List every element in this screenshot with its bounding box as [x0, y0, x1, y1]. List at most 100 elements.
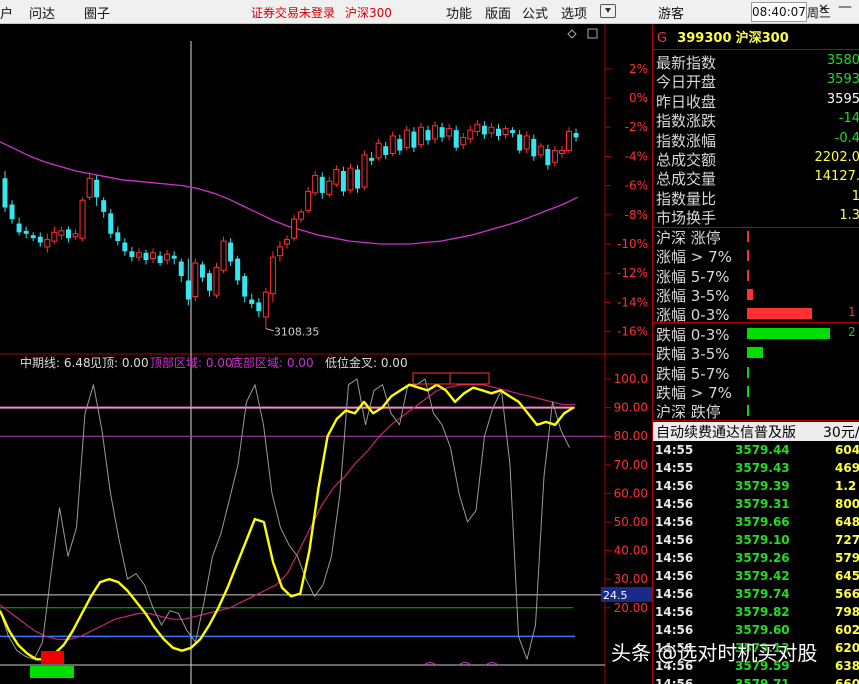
- minimize-icon[interactable]: —: [838, 0, 852, 15]
- tick-price: 3579.60: [735, 623, 790, 637]
- candle-down: [369, 157, 375, 161]
- dist-bar: [747, 231, 750, 242]
- candle-up: [417, 126, 424, 146]
- stat-label: 总成交额: [656, 151, 717, 169]
- stat-value: 3595: [826, 91, 859, 107]
- value-tick-label: 20.00: [614, 601, 648, 615]
- dist-label: 涨幅 3-5%: [656, 286, 730, 305]
- candle-down: [206, 273, 212, 291]
- index-header: G 399300 沪深300: [653, 27, 859, 47]
- tick-volume: 798: [835, 605, 859, 619]
- candle-down: [171, 255, 177, 259]
- tick-row: 14:56 3579.42 645: [653, 569, 859, 587]
- candle-down: [199, 264, 205, 278]
- stat-row: 市场换手 1.3: [653, 207, 859, 227]
- index-code: 399300: [677, 31, 732, 46]
- menu-item-function[interactable]: 功能: [446, 3, 472, 22]
- close-icon[interactable]: ✕: [818, 2, 829, 17]
- candle-up: [150, 252, 157, 260]
- candle-down: [249, 299, 255, 304]
- tick-volume: 602: [835, 623, 859, 637]
- candle-up: [361, 154, 368, 188]
- tick-time: 14:56: [655, 587, 694, 601]
- value-tick-label: 80.00: [614, 429, 648, 443]
- menu-bar: 户 问达 圈子 证券交易未登录 沪深300 功能 版面 公式 选项 游客 08:…: [0, 0, 859, 24]
- candle-down: [411, 131, 417, 148]
- menu-item-formula[interactable]: 公式: [522, 3, 548, 22]
- dist-row: 涨幅 0-3% 1: [653, 304, 859, 324]
- stat-value: 14127.: [814, 169, 859, 185]
- divider: [653, 322, 859, 323]
- candle-up: [44, 239, 51, 248]
- candle-up: [523, 135, 530, 150]
- dist-label: 跌幅 0-3%: [656, 326, 730, 344]
- candle-down: [510, 130, 516, 134]
- stat-row: 今日开盘 3593: [653, 71, 859, 91]
- tick-row: 14:55 3579.43 469: [653, 461, 859, 479]
- menu-item-account[interactable]: 户: [0, 3, 13, 22]
- candle-down: [228, 242, 234, 262]
- stat-row: 最新指数 3580: [653, 52, 859, 72]
- menu-item-layout[interactable]: 版面: [485, 3, 511, 22]
- dist-bar: [747, 405, 749, 417]
- dist-label: 涨幅 > 7%: [656, 248, 732, 267]
- dist-row: 跌幅 > 7%: [653, 382, 859, 402]
- indicator-label: 中期线: 6.48: [20, 355, 91, 370]
- indicator-label: 低位金叉: 0.00: [325, 355, 408, 370]
- menu-item-options[interactable]: 选项: [561, 3, 587, 22]
- candle-up: [488, 126, 495, 134]
- candle-down: [157, 255, 163, 263]
- candle-down: [129, 251, 135, 258]
- stat-value: 2202.0: [814, 150, 859, 165]
- price-tick-label: -6%: [625, 179, 648, 193]
- tick-time: 14:56: [655, 569, 694, 583]
- value-tick-label: 60.00: [614, 486, 648, 500]
- candle-down: [122, 242, 128, 252]
- value-tick-label: 40.00: [614, 544, 648, 558]
- candle-down: [178, 261, 184, 277]
- candle-down: [2, 178, 8, 208]
- candle-up: [135, 252, 142, 258]
- stat-value: 1.3: [839, 208, 859, 224]
- menu-item-wenda[interactable]: 问达: [29, 3, 55, 22]
- candle-up: [460, 136, 467, 146]
- stat-value: 3580: [826, 53, 859, 68]
- index-group-tag: G: [657, 31, 668, 46]
- candle-down: [30, 235, 36, 239]
- tick-row: 14:56 3579.66 648: [653, 515, 859, 533]
- tick-volume: 660: [835, 677, 859, 684]
- candle-down: [101, 200, 107, 212]
- candle-down: [16, 223, 22, 233]
- ad-ticker[interactable]: 自动续费通达信普及版 30元/: [653, 422, 859, 441]
- user-label[interactable]: 游客: [658, 3, 684, 22]
- tick-row: 14:56 3579.26 579: [653, 551, 859, 569]
- stat-value: -14: [838, 111, 859, 127]
- price-tick-label: 0%: [629, 91, 648, 105]
- value-tick-label: 100.0: [614, 372, 648, 386]
- candle-down: [115, 232, 121, 242]
- indicator-label: 顶部区域: 0.00: [150, 355, 233, 370]
- dist-label: 涨幅 5-7%: [656, 267, 730, 286]
- menu-item-circle[interactable]: 圈子: [84, 3, 110, 22]
- mail-icon[interactable]: [600, 4, 616, 18]
- tick-row: 14:56 3579.31 800: [653, 497, 859, 515]
- value-tick-label: 90.00: [614, 401, 648, 415]
- candle-down: [235, 258, 241, 281]
- candle-up: [432, 125, 439, 140]
- tick-price: 3579.71: [735, 677, 790, 684]
- index-name: 沪深300: [735, 31, 789, 46]
- tick-time: 14:55: [655, 443, 694, 457]
- login-status: 证券交易未登录: [251, 6, 336, 20]
- indicator-label: 底部区域: 0.00: [231, 355, 314, 370]
- indicator-label: 见顶: 0.00: [90, 356, 149, 370]
- dist-label: 跌幅 5-7%: [656, 364, 730, 383]
- candle-down: [340, 171, 346, 192]
- tick-volume: 727: [835, 533, 859, 547]
- tick-volume: 604: [835, 443, 859, 457]
- stat-value: 3593: [826, 72, 859, 88]
- stat-value: -0.4: [834, 130, 859, 146]
- stat-row: 指数涨跌 -14: [653, 110, 859, 130]
- candle-up: [403, 129, 410, 149]
- dist-bar: [747, 328, 830, 339]
- stat-row: 昨日收盘 3595: [653, 91, 859, 111]
